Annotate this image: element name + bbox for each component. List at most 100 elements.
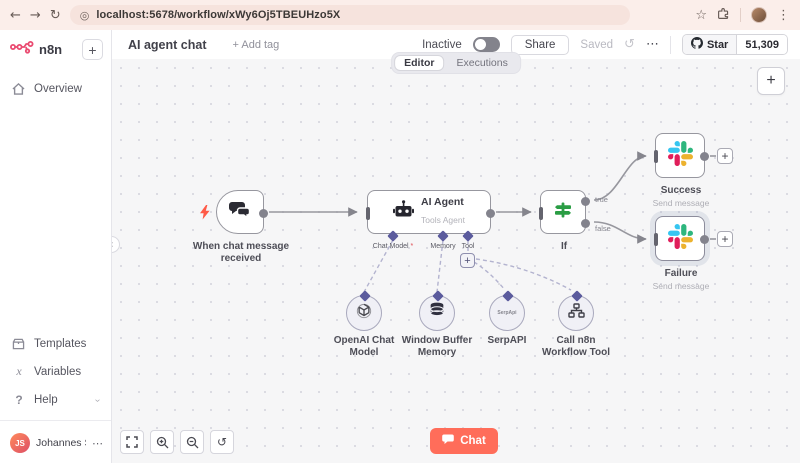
workflow-title[interactable]: AI agent chat xyxy=(128,38,207,52)
sidebar-item-overview[interactable]: Overview xyxy=(0,76,111,102)
history-icon[interactable]: ↺ xyxy=(624,38,635,51)
sidebar: n8n + Overview Templates x Variables ? H… xyxy=(0,30,112,463)
input-port[interactable] xyxy=(538,206,543,220)
sidebar-item-label: Overview xyxy=(34,83,82,95)
user-avatar: JS xyxy=(10,433,30,453)
true-output-port[interactable] xyxy=(581,196,590,206)
output-port[interactable] xyxy=(700,152,709,161)
output-port[interactable] xyxy=(700,235,709,244)
chat-bubbles-icon xyxy=(228,200,252,225)
github-icon xyxy=(690,37,703,52)
node-openai-chat-model[interactable] xyxy=(346,290,382,331)
user-menu[interactable]: JS Johannes Schn... ⋯ xyxy=(0,425,111,463)
back-icon[interactable]: ← xyxy=(10,9,21,22)
github-star-count: 51,309 xyxy=(737,35,787,54)
input-port[interactable] xyxy=(365,206,370,220)
header-divider xyxy=(669,35,671,54)
sidebar-item-templates[interactable]: Templates xyxy=(0,331,111,357)
screen: ← → ↻ ◎ localhost:5678/workflow/xWy6Oj5T… xyxy=(0,0,800,463)
sidebar-item-variables[interactable]: x Variables xyxy=(0,357,111,386)
user-options-icon[interactable]: ⋯ xyxy=(92,438,103,449)
connections-layer xyxy=(269,151,716,293)
forward-icon[interactable]: → xyxy=(30,9,41,22)
zoom-out-button[interactable] xyxy=(180,430,204,454)
fit-view-button[interactable] xyxy=(120,430,144,454)
node-label: If xyxy=(560,241,568,252)
node-success[interactable]: Success Send message xyxy=(653,133,709,208)
node-label: Success Send message xyxy=(636,185,726,208)
browser-separator xyxy=(740,8,741,22)
browser-menu-icon[interactable]: ⋮ xyxy=(777,9,790,22)
slack-icon xyxy=(667,140,693,171)
node-label: OpenAI Chat Model xyxy=(333,335,395,358)
sub-node-port[interactable] xyxy=(571,290,583,302)
editor-tabs: Editor Executions xyxy=(391,52,521,74)
more-options-icon[interactable]: ⋯ xyxy=(646,38,659,51)
add-node-after-success-button[interactable]: + xyxy=(717,148,733,164)
node-chat-trigger[interactable]: When chat message received xyxy=(193,190,289,264)
bookmark-icon[interactable]: ☆ xyxy=(695,9,707,22)
n8n-logo-text: n8n xyxy=(39,42,63,57)
workflow-canvas[interactable]: ‹ + When chat message received xyxy=(112,59,800,463)
node-serpapi[interactable]: SerpApi xyxy=(489,290,525,331)
sub-node-port[interactable] xyxy=(359,290,371,302)
node-subtitle: Tools Agent xyxy=(421,214,465,225)
output-port[interactable] xyxy=(259,208,268,218)
add-node-after-failure-button[interactable]: + xyxy=(717,231,733,247)
tab-executions[interactable]: Executions xyxy=(446,55,517,71)
chat-model-port-label: Chat Model * xyxy=(372,243,414,250)
zoom-in-button[interactable] xyxy=(150,430,174,454)
tab-editor[interactable]: Editor xyxy=(394,55,445,71)
sidebar-item-label: Templates xyxy=(34,338,87,350)
n8n-logo-icon xyxy=(10,40,34,59)
node-ai-agent[interactable]: AI Agent Tools Agent xyxy=(365,190,495,234)
node-label: Failure Send message xyxy=(636,268,726,291)
sub-node-port[interactable] xyxy=(432,290,444,302)
site-info-icon[interactable]: ◎ xyxy=(80,10,90,21)
chat-button[interactable]: Chat xyxy=(430,428,498,454)
sidebar-item-label: Help xyxy=(34,394,58,406)
false-output-port[interactable] xyxy=(581,218,590,228)
reset-zoom-button[interactable]: ↺ xyxy=(210,430,234,454)
sub-node-port[interactable] xyxy=(502,290,514,302)
extensions-icon[interactable] xyxy=(717,7,730,23)
github-star-label: Star xyxy=(706,38,729,51)
chat-bubble-icon xyxy=(442,434,455,448)
node-window-buffer-memory[interactable] xyxy=(419,290,455,331)
share-button[interactable]: Share xyxy=(510,34,570,55)
sidebar-item-label: Variables xyxy=(34,365,82,378)
workflow-status-label: Inactive xyxy=(422,38,462,51)
chat-button-label: Chat xyxy=(460,435,486,447)
add-tool-button[interactable]: + xyxy=(460,253,475,268)
reload-icon[interactable]: ↻ xyxy=(50,9,61,22)
memory-port-label: Memory xyxy=(430,243,456,250)
input-port[interactable] xyxy=(653,233,658,246)
new-workflow-button[interactable]: + xyxy=(82,39,103,60)
openai-icon xyxy=(355,302,373,325)
node-failure[interactable]: Failure Send message xyxy=(653,216,709,291)
serpapi-icon: SerpApi xyxy=(497,310,517,316)
canvas-toolbar: ↺ xyxy=(120,430,234,454)
node-if[interactable]: If xyxy=(538,190,590,252)
output-port[interactable] xyxy=(486,208,495,218)
url-text[interactable]: localhost:5678/workflow/xWy6Oj5TBEUHzo5X xyxy=(96,9,340,21)
url-bar[interactable]: ◎ localhost:5678/workflow/xWy6Oj5TBEUHzo… xyxy=(69,5,630,25)
sitemap-icon xyxy=(567,303,585,323)
collapse-sidebar-button[interactable]: ‹ xyxy=(112,236,120,253)
input-port[interactable] xyxy=(653,150,658,163)
add-node-button[interactable]: + xyxy=(757,67,785,95)
active-toggle[interactable] xyxy=(472,37,500,52)
node-label: Call n8n Workflow Tool xyxy=(542,335,610,358)
add-tag-button[interactable]: + Add tag xyxy=(233,39,280,51)
false-edge-label: false xyxy=(595,224,611,233)
node-label: Window Buffer Memory xyxy=(401,335,473,358)
tool-port-label: Tool xyxy=(461,243,475,250)
slack-icon xyxy=(667,223,693,254)
browser-profile-avatar[interactable] xyxy=(751,7,767,23)
toggle-knob xyxy=(474,39,486,50)
variables-icon: x xyxy=(16,364,22,378)
chevron-down-icon: › xyxy=(91,398,103,402)
sidebar-item-help[interactable]: ? Help › xyxy=(0,386,111,414)
node-call-n8n-workflow-tool[interactable] xyxy=(558,290,594,331)
github-star-widget[interactable]: Star 51,309 xyxy=(681,34,788,55)
